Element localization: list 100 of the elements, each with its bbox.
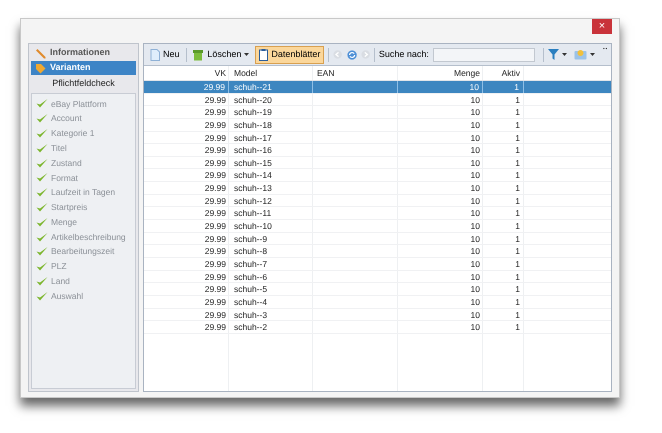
caret-icon [562, 53, 567, 56]
table-row[interactable]: 29.99 schuh--3 10 1 [144, 308, 611, 322]
active-cell-text: 1 [514, 118, 521, 131]
check-label: Bearbeitungszeit [51, 245, 114, 258]
table-row[interactable]: 29.99 schuh--14 10 1 [144, 169, 611, 182]
model-cell-text: schuh--13 [233, 182, 273, 194]
quantity-cell-text: 10 [470, 156, 481, 168]
quantity-cell-text: 10 [470, 283, 481, 295]
table-row[interactable]: 29.99 schuh--20 10 1 [144, 94, 611, 106]
quantity-cell-text: 10 [470, 258, 481, 270]
table-row[interactable]: 29.99 schuh--19 10 1 [144, 106, 611, 119]
table-row[interactable]: 29.99 schuh--10 10 1 [144, 220, 611, 233]
quantity-cell-text: 10 [470, 296, 481, 308]
active-cell-text: 1 [514, 169, 521, 182]
model-cell-text: schuh--16 [233, 144, 273, 156]
close-button[interactable]: × [592, 19, 612, 34]
search-field[interactable] [432, 48, 535, 62]
nav-item[interactable]: Varianten [31, 61, 136, 75]
price-cell-text: 29.99 [204, 194, 227, 206]
price-cell-text: 29.99 [204, 220, 227, 232]
model-cell-text: schuh--3 [233, 308, 268, 320]
active-cell-text: 1 [514, 182, 521, 194]
refresh-icon[interactable] [346, 48, 357, 60]
price-cell-text: 29.99 [204, 118, 227, 131]
price-cell-text: 29.99 [204, 94, 227, 106]
datasheets-button[interactable]: Datenblätter [255, 46, 324, 64]
active-cell: 1 [483, 81, 524, 93]
table-row[interactable]: 29.99 schuh--13 10 1 [144, 182, 611, 195]
price-cell-text: 29.99 [204, 132, 227, 144]
price-cell-text: 29.99 [204, 156, 227, 168]
quantity-cell-text: 10 [470, 321, 481, 333]
active-cell-text: 1 [514, 207, 521, 220]
price-cell-text: 29.99 [204, 169, 227, 182]
price-cell-text: 29.99 [204, 321, 227, 333]
price-cell-text: 29.99 [204, 308, 227, 320]
table-row[interactable]: 29.99 schuh--15 10 1 [144, 156, 611, 170]
model-cell-text: schuh--14 [233, 169, 273, 182]
model-cell-text: schuh--4 [233, 296, 268, 308]
table-row[interactable]: 29.99 schuh--5 10 1 [144, 283, 611, 296]
table-row[interactable]: 29.99 schuh--18 10 1 [144, 118, 611, 132]
quantity-cell: 10 [398, 81, 483, 93]
price-cell-text: 29.99 [204, 182, 227, 194]
active-cell-text: 1 [514, 296, 521, 308]
table-row[interactable]: 29.99 schuh--8 10 1 [144, 245, 611, 258]
search-label: Suche nach: [378, 48, 429, 61]
active-cell-text: 1 [514, 220, 521, 232]
section-title: Pflichtfeldcheck [51, 77, 116, 90]
caret-icon [590, 53, 595, 56]
tag-icon [35, 62, 46, 74]
filter-icon [548, 49, 559, 60]
filter-button[interactable] [548, 46, 567, 62]
check-label: Kategorie 1 [51, 127, 94, 140]
price-cell-text: 29.99 [204, 270, 227, 282]
active-cell-text: 1 [514, 270, 521, 282]
table-row[interactable]: 29.99 schuh--9 10 1 [144, 232, 611, 246]
quantity-cell-text: 10 [470, 194, 481, 206]
quantity-cell-text: 10 [470, 220, 481, 232]
table-row[interactable]: 29.99 schuh--11 10 1 [144, 207, 611, 220]
active-cell-text: 1 [514, 194, 521, 206]
price-cell-text: 29.99 [204, 207, 227, 220]
price-cell-text: 29.99 [204, 258, 227, 270]
check-label: Titel [51, 142, 67, 155]
column-header[interactable]: VK [144, 66, 229, 80]
column-header[interactable]: Menge [398, 66, 483, 80]
table-row[interactable]: 29.99 schuh--6 10 1 [144, 270, 611, 284]
model-cell-text: schuh--6 [233, 270, 268, 282]
new-button[interactable]: Neu [148, 46, 182, 64]
model-cell-text: schuh--10 [233, 220, 273, 232]
column-header[interactable]: Model [229, 66, 313, 80]
model-cell: schuh--21 [229, 81, 313, 93]
model-cell-text: schuh--11 [233, 207, 272, 220]
table-row[interactable]: 29.99 schuh--16 10 1 [144, 144, 611, 157]
overflow-icon[interactable] [602, 47, 608, 50]
price-cell-text: 29.99 [204, 296, 227, 308]
column-header[interactable]: EAN [313, 66, 398, 80]
table-row[interactable]: 29.99 schuh--2 10 1 [144, 321, 611, 334]
active-cell-text: 1 [514, 106, 521, 118]
active-cell-text: 1 [514, 232, 521, 244]
table-row[interactable]: 29.99 schuh--17 10 1 [144, 132, 611, 144]
check-label: eBay Plattform [51, 98, 107, 110]
quantity-cell-text: 10 [470, 94, 481, 106]
clipboard-icon [259, 48, 268, 60]
table-row[interactable]: 29.99 schuh--21 10 1 [144, 81, 611, 94]
check-label: Menge [51, 216, 77, 229]
quantity-cell-text: 10 [470, 308, 481, 320]
delete-button[interactable]: Löschen [190, 46, 252, 64]
column-header[interactable]: Aktiv [483, 66, 524, 80]
nav-item[interactable]: Informationen [31, 46, 136, 60]
table-row[interactable]: 29.99 schuh--4 10 1 [144, 296, 611, 309]
model-cell-text: schuh--15 [233, 156, 273, 168]
model-cell-text: schuh--17 [233, 132, 273, 144]
document-icon [150, 48, 160, 60]
table-row[interactable]: 29.99 schuh--7 10 1 [144, 258, 611, 271]
quantity-cell-text: 10 [470, 270, 481, 282]
sun-panel-icon [574, 49, 587, 60]
active-cell-text: 1 [514, 94, 521, 106]
model-cell-text: schuh--12 [233, 194, 273, 206]
price-cell-text: 29.99 [204, 245, 227, 257]
active-cell-text: 1 [514, 156, 521, 168]
table-row[interactable]: 29.99 schuh--12 10 1 [144, 194, 611, 208]
